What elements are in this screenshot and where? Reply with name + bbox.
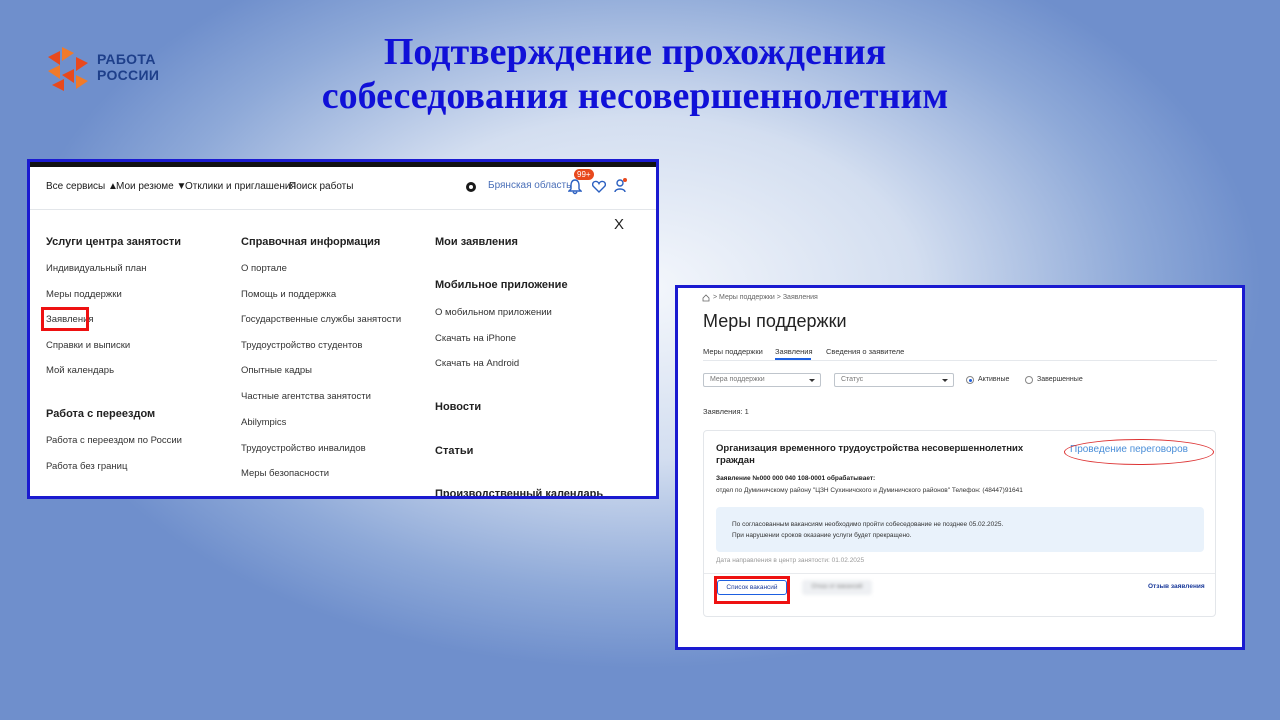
date-sent: Дата направления в центр занятости: 01.0… [716, 557, 865, 564]
location-icon [466, 182, 476, 192]
heading-employment-services: Услуги центра занятости [46, 236, 182, 248]
status-placeholder: Статус [841, 376, 864, 383]
link-experienced[interactable]: Опытные кадры [241, 365, 312, 376]
slide-title-line-2: собеседования несовершеннолетним [321, 75, 949, 117]
page-title: Меры поддержки [703, 311, 847, 331]
notice-line-2: При нарушении сроков оказание услуги буд… [732, 532, 912, 539]
bell-icon[interactable] [568, 179, 582, 195]
tab-applicant-info[interactable]: Сведения о заявителе [826, 347, 904, 356]
link-individual-plan[interactable]: Индивидуальный план [46, 263, 146, 274]
link-my-calendar[interactable]: Мой календарь [46, 365, 114, 376]
link-relocation-russia[interactable]: Работа с переездом по России [46, 435, 182, 446]
profile-icon[interactable] [614, 177, 628, 194]
applications-page-screenshot: > Меры поддержки > Заявления Меры поддер… [675, 285, 1245, 650]
blurred-button[interactable]: Отказ от вакансий [802, 580, 872, 595]
slide-title-line-1: Подтверждение прохождения [383, 31, 887, 73]
link-disabled-employment[interactable]: Трудоустройство инвалидов [241, 443, 366, 454]
link-download-android[interactable]: Скачать на Android [435, 358, 519, 369]
link-state-services[interactable]: Государственные службы занятости [241, 314, 401, 325]
highlight-vacancies-button [714, 576, 790, 604]
applications-count: Заявления: 1 [703, 407, 749, 416]
link-help-support[interactable]: Помощь и поддержка [241, 289, 336, 300]
status-select[interactable]: Статус [834, 373, 954, 387]
radio-active[interactable] [966, 376, 974, 384]
support-measure-placeholder: Мера поддержки [710, 376, 765, 383]
breadcrumb[interactable]: > Меры поддержки > Заявления [713, 294, 818, 301]
link-abilympics[interactable]: Abilympics [241, 417, 286, 428]
heading-news[interactable]: Новости [435, 401, 481, 413]
heading-production-calendar[interactable]: Производственный календарь [435, 488, 603, 496]
radio-completed[interactable] [1025, 376, 1033, 384]
notice-line-1: По согласованным вакансиям необходимо пр… [732, 521, 1004, 528]
home-icon[interactable] [702, 294, 710, 302]
card-divider [704, 573, 1215, 574]
radio-active-label: Активные [978, 376, 1010, 383]
heading-articles[interactable]: Статьи [435, 445, 473, 457]
heading-reference-info: Справочная информация [241, 236, 381, 248]
heading-my-applications[interactable]: Мои заявления [435, 236, 518, 248]
radio-completed-label: Завершенные [1037, 376, 1083, 383]
highlight-applications [41, 307, 89, 331]
link-about-mobile-app[interactable]: О мобильном приложении [435, 307, 552, 318]
link-students[interactable]: Трудоустройство студентов [241, 340, 362, 351]
services-menu-screenshot: Все сервисы ▲ Мои резюме ▼ Отклики и при… [27, 159, 659, 499]
link-work-without-borders[interactable]: Работа без границ [46, 461, 127, 472]
highlight-status [1064, 439, 1214, 465]
support-measure-select[interactable]: Мера поддержки [703, 373, 821, 387]
link-certificates[interactable]: Справки и выписки [46, 340, 130, 351]
nav-all-services[interactable]: Все сервисы ▲ [46, 181, 118, 192]
tab-applications[interactable]: Заявления [775, 347, 813, 356]
slide-title: Подтверждение прохождения собеседования … [0, 30, 1270, 118]
chevron-down-icon [942, 379, 948, 382]
nav-job-search[interactable]: Поиск работы [289, 181, 353, 192]
interview-notice: По согласованным вакансиям необходимо пр… [716, 507, 1204, 552]
application-card: Организация временного трудоустройства н… [703, 430, 1216, 617]
blurred-button-label: Отказ от вакансий [811, 584, 863, 590]
notifications-badge: 99+ [574, 169, 594, 180]
heart-icon[interactable] [592, 180, 606, 193]
close-menu-button[interactable]: X [614, 216, 624, 233]
chevron-down-icon [809, 379, 815, 382]
active-tab-indicator [775, 358, 811, 360]
link-support-measures[interactable]: Меры поддержки [46, 289, 122, 300]
heading-mobile-app: Мобильное приложение [435, 279, 568, 291]
region-selector[interactable]: Брянская область [488, 180, 571, 191]
heading-relocation: Работа с переездом [46, 408, 156, 420]
tabs-divider [703, 360, 1217, 361]
processing-organization: отдел по Думиничскому району "ЦЗН Сухини… [716, 487, 1023, 494]
link-download-iphone[interactable]: Скачать на iPhone [435, 333, 516, 344]
withdraw-application-link[interactable]: Отзыв заявления [1148, 583, 1205, 590]
nav-my-resume[interactable]: Мои резюме ▼ [116, 181, 186, 192]
link-safety-measures[interactable]: Меры безопасности [241, 468, 329, 479]
link-about-portal[interactable]: О портале [241, 263, 287, 274]
tab-support-measures[interactable]: Меры поддержки [703, 347, 763, 356]
link-private-agencies[interactable]: Частные агентства занятости [241, 391, 371, 402]
nav-responses[interactable]: Отклики и приглашения [185, 181, 296, 192]
application-title: Организация временного трудоустройства н… [716, 443, 1024, 466]
application-number: Заявление №000 000 040 108-0001 обрабаты… [716, 475, 876, 482]
top-nav: Все сервисы ▲ Мои резюме ▼ Отклики и при… [30, 167, 656, 210]
